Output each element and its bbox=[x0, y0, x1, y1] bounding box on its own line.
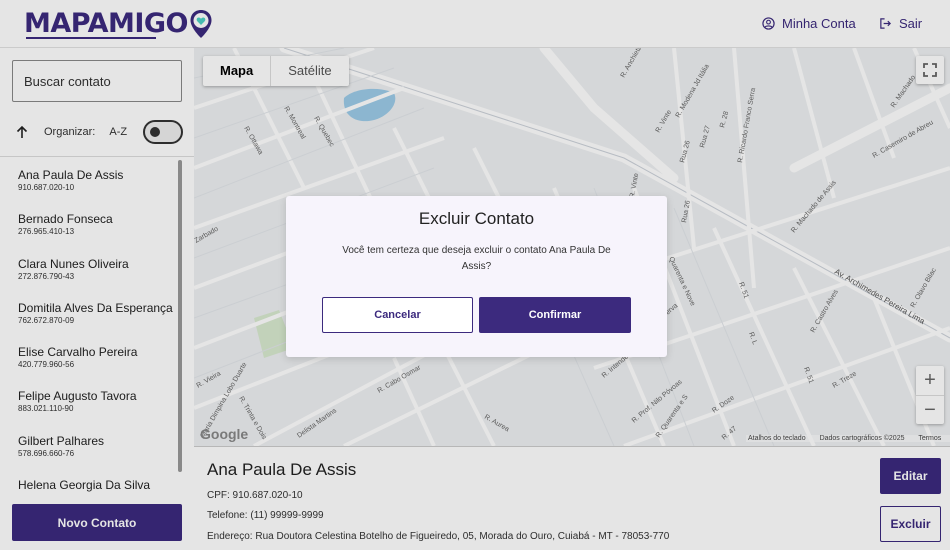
confirm-button[interactable]: Confirmar bbox=[479, 297, 631, 333]
cancel-button[interactable]: Cancelar bbox=[322, 297, 473, 333]
dialog-message: Você tem certeza que deseja excluir o co… bbox=[342, 245, 611, 272]
dialog-title: Excluir Contato bbox=[418, 209, 535, 228]
delete-confirm-dialog: Excluir Contato Você tem certeza que des… bbox=[286, 196, 667, 357]
